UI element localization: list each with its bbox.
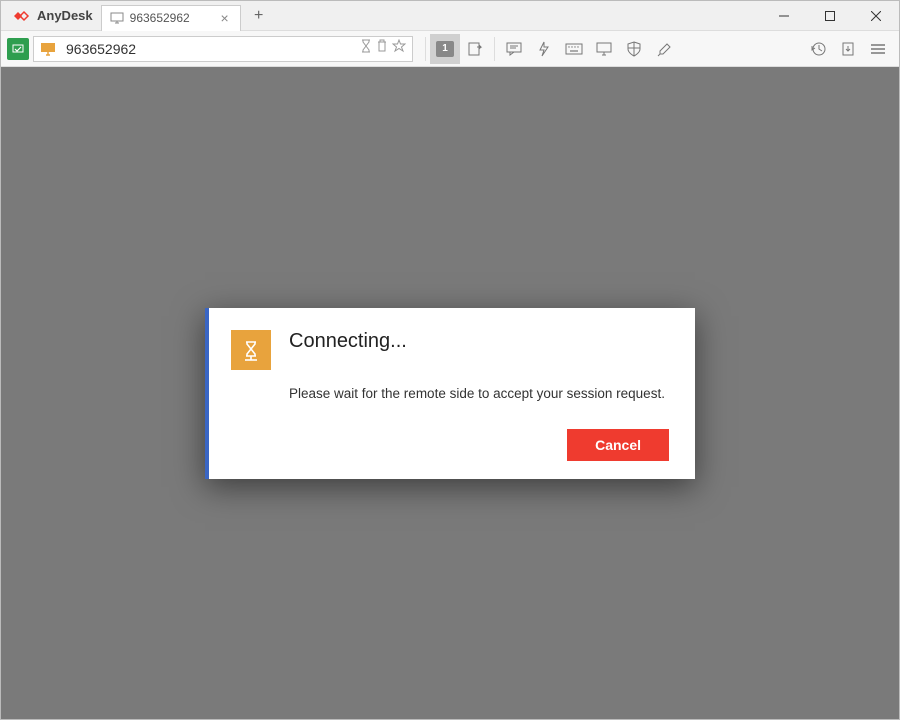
toolbar-group-right	[803, 34, 893, 64]
content-area: Connecting... Please wait for the remote…	[1, 67, 899, 719]
toolbar: 1	[1, 31, 899, 67]
chat-button[interactable]	[499, 34, 529, 64]
permissions-button[interactable]	[619, 34, 649, 64]
divider	[425, 37, 426, 61]
session-tab[interactable]: 963652962 ×	[101, 5, 241, 31]
maximize-button[interactable]	[807, 1, 853, 30]
menu-button[interactable]	[863, 34, 893, 64]
toolbar-group-session	[499, 34, 679, 64]
dialog-title: Connecting...	[289, 330, 407, 353]
cancel-button[interactable]: Cancel	[567, 429, 669, 461]
hourglass-monitor-icon	[231, 330, 271, 370]
monitor-badge: 1	[436, 41, 454, 57]
titlebar-left: AnyDesk 963652962 × +	[1, 1, 273, 30]
monitor-icon	[110, 12, 124, 24]
close-icon[interactable]: ×	[218, 11, 232, 25]
address-input[interactable]	[62, 41, 360, 57]
hourglass-icon[interactable]	[360, 39, 372, 58]
dialog-header: Connecting...	[231, 330, 669, 370]
keyboard-button[interactable]	[559, 34, 589, 64]
toolbar-group-display: 1	[430, 34, 490, 64]
file-transfer-button[interactable]	[460, 34, 490, 64]
star-icon[interactable]	[392, 39, 406, 58]
connection-status-icon[interactable]	[7, 38, 29, 60]
close-window-button[interactable]	[853, 1, 899, 30]
new-tab-button[interactable]: +	[245, 7, 273, 25]
minimize-button[interactable]	[761, 1, 807, 30]
divider	[494, 37, 495, 61]
app-window: AnyDesk 963652962 × +	[0, 0, 900, 720]
trash-icon[interactable]	[376, 39, 388, 58]
tab-label: 963652962	[130, 11, 212, 25]
display-settings-button[interactable]	[589, 34, 619, 64]
anydesk-logo-icon	[7, 1, 33, 31]
monitor-color-icon	[34, 42, 62, 56]
connecting-dialog: Connecting... Please wait for the remote…	[205, 308, 695, 479]
download-button[interactable]	[833, 34, 863, 64]
history-button[interactable]	[803, 34, 833, 64]
whiteboard-button[interactable]	[649, 34, 679, 64]
dialog-actions: Cancel	[231, 429, 669, 461]
address-bar	[33, 36, 413, 62]
window-controls	[761, 1, 899, 30]
actions-button[interactable]	[529, 34, 559, 64]
monitor-select-button[interactable]: 1	[430, 34, 460, 64]
address-actions	[360, 39, 412, 58]
titlebar: AnyDesk 963652962 × +	[1, 1, 899, 31]
dialog-message: Please wait for the remote side to accep…	[289, 386, 669, 401]
app-title: AnyDesk	[37, 8, 101, 23]
